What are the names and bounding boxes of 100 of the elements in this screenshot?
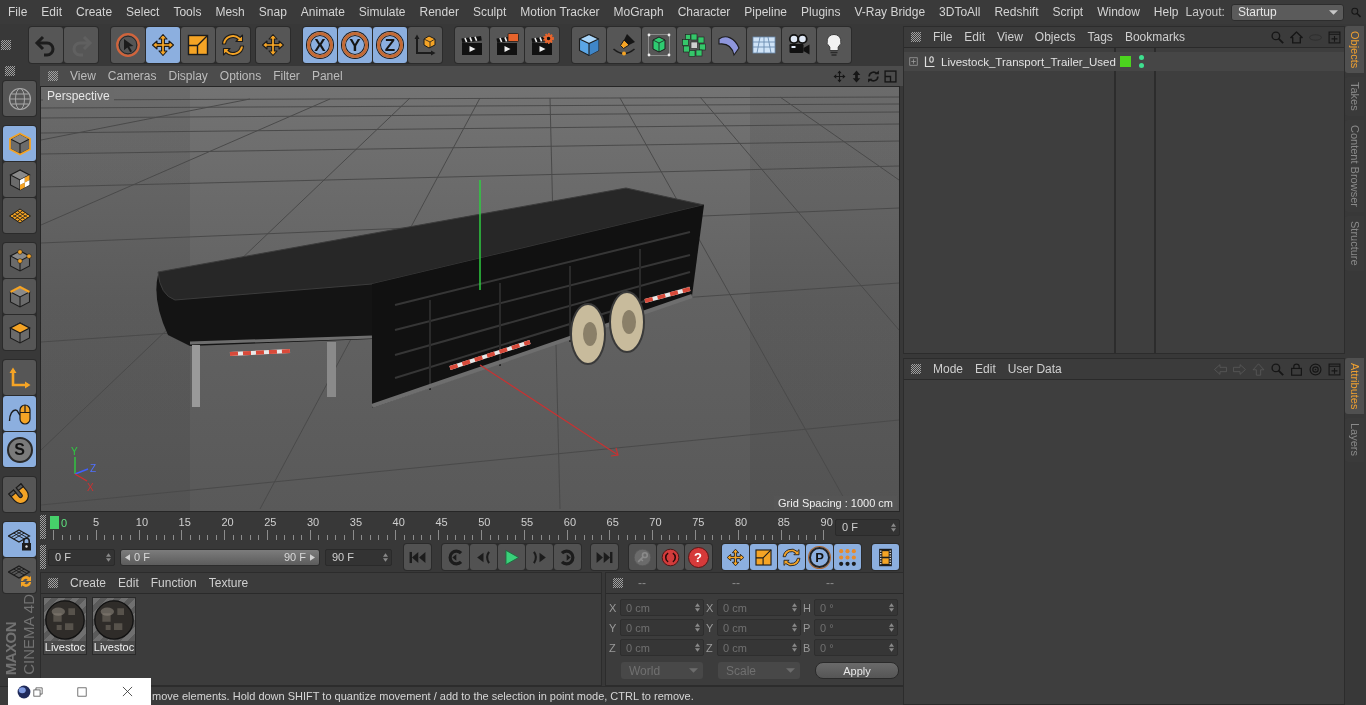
snap-button[interactable]: S xyxy=(3,432,36,467)
menu-item[interactable]: Mesh xyxy=(208,5,252,19)
menu-item[interactable]: MoGraph xyxy=(606,5,671,19)
grip-handle[interactable] xyxy=(5,66,15,76)
menu-item[interactable]: Tools xyxy=(166,5,209,19)
rotate-button[interactable] xyxy=(778,544,805,570)
rotate-button[interactable] xyxy=(216,27,250,63)
menu-item[interactable]: Sculpt xyxy=(465,5,514,19)
grid-lock-button[interactable] xyxy=(3,522,36,557)
menu-item[interactable]: Plugins xyxy=(794,5,848,19)
apply-button[interactable]: Apply xyxy=(815,662,899,679)
menu-item[interactable]: File xyxy=(927,30,959,44)
grip-handle[interactable] xyxy=(613,578,623,588)
menu-item[interactable]: Edit xyxy=(958,30,992,44)
material-tile[interactable]: Livestoc xyxy=(43,597,87,655)
expand-icon[interactable] xyxy=(909,57,918,66)
axis-lock-button[interactable]: Y xyxy=(338,27,372,63)
start-frame-field[interactable]: 0 F xyxy=(48,548,115,566)
close-icon[interactable] xyxy=(122,686,133,697)
undo-button[interactable] xyxy=(29,27,63,63)
magnet-button[interactable] xyxy=(3,477,36,512)
menu-item[interactable]: View xyxy=(991,30,1029,44)
menu-item[interactable]: Function xyxy=(144,576,203,590)
frame-range-slider[interactable]: 0 F 90 F xyxy=(120,548,320,566)
editor-visibility-icon[interactable] xyxy=(1139,55,1144,60)
floor-button[interactable] xyxy=(747,27,781,63)
menu-item[interactable]: Filter xyxy=(267,69,306,83)
menu-item[interactable]: Mode xyxy=(927,362,970,376)
playhead-marker[interactable] xyxy=(50,516,59,529)
render-settings-button[interactable] xyxy=(525,27,559,63)
scale-button[interactable] xyxy=(181,27,215,63)
grip-handle[interactable] xyxy=(48,578,58,588)
menu-item[interactable]: Create xyxy=(64,576,113,590)
menu-item[interactable]: Options xyxy=(213,69,268,83)
live-select-button[interactable] xyxy=(111,27,145,63)
menu-item[interactable]: Create xyxy=(69,5,120,19)
menu-item[interactable]: Objects xyxy=(1028,30,1082,44)
last-frame-button[interactable] xyxy=(591,544,618,570)
menu-item[interactable]: Simulate xyxy=(351,5,413,19)
cube-button[interactable] xyxy=(572,27,606,63)
point-mode-button[interactable]: P xyxy=(806,544,833,570)
menu-item[interactable]: User Data xyxy=(1001,362,1068,376)
menu-item[interactable]: Select xyxy=(119,5,167,19)
menu-item[interactable]: Bookmarks xyxy=(1118,30,1191,44)
menu-item[interactable]: Snap xyxy=(251,5,294,19)
side-tab[interactable]: Attributes xyxy=(1345,358,1364,415)
coordinate-system-button[interactable] xyxy=(408,27,442,63)
render-view-button[interactable] xyxy=(455,27,489,63)
menu-item[interactable]: Panel xyxy=(305,69,349,83)
render-picture-viewer-button[interactable] xyxy=(490,27,524,63)
first-frame-button[interactable] xyxy=(404,544,431,570)
grip-handle[interactable] xyxy=(1,40,11,50)
layer-color-icon[interactable] xyxy=(1120,56,1131,67)
menu-item[interactable]: Redshift xyxy=(987,5,1046,19)
menu-item[interactable]: Edit xyxy=(969,362,1002,376)
layout-dropdown[interactable]: Startup xyxy=(1230,3,1344,21)
menu-item[interactable]: V-Ray Bridge xyxy=(847,5,933,19)
play-button[interactable] xyxy=(497,544,525,570)
menu-item[interactable]: Texture xyxy=(202,576,255,590)
minimized-window-bar[interactable] xyxy=(8,678,151,705)
menu-item[interactable]: Character xyxy=(670,5,738,19)
current-frame-field[interactable]: 0 F xyxy=(835,518,900,536)
right-arrow-icon[interactable] xyxy=(310,553,315,561)
workplane-mode-button[interactable] xyxy=(3,198,36,233)
model-mode-button[interactable] xyxy=(3,126,36,161)
move-button[interactable] xyxy=(722,544,749,570)
maximize-icon[interactable] xyxy=(77,686,87,697)
menu-item[interactable]: 3DToAll xyxy=(932,5,988,19)
side-tab[interactable]: Objects xyxy=(1345,26,1364,74)
texture-mode-button[interactable] xyxy=(3,162,36,197)
menu-item[interactable]: Tags xyxy=(1081,30,1119,44)
menu-item[interactable]: Pipeline xyxy=(737,5,795,19)
polygons-mode-button[interactable] xyxy=(3,315,36,350)
move-button[interactable] xyxy=(146,27,180,63)
camera-button[interactable] xyxy=(782,27,816,63)
menu-item[interactable]: Help xyxy=(1146,5,1186,19)
next-key-button[interactable] xyxy=(553,544,581,570)
grip-handle[interactable] xyxy=(911,364,921,374)
object-row[interactable]: Livestock_Transport_Trailer_Used xyxy=(904,52,1344,71)
menu-item[interactable]: Animate xyxy=(293,5,352,19)
grip-handle[interactable] xyxy=(911,32,921,42)
autokey-button[interactable] xyxy=(656,544,684,570)
deformer-button[interactable] xyxy=(712,27,746,63)
help-button[interactable]: ? xyxy=(684,544,712,570)
restore-icon[interactable] xyxy=(33,686,43,697)
light-button[interactable] xyxy=(817,27,851,63)
menu-item[interactable]: View xyxy=(64,69,102,83)
render-visibility-icon[interactable] xyxy=(1139,63,1144,68)
menu-item[interactable]: File xyxy=(1,5,35,19)
edges-mode-button[interactable] xyxy=(3,279,36,314)
menu-item[interactable]: Edit xyxy=(34,5,70,19)
menu-item[interactable]: Cameras xyxy=(101,69,163,83)
menu-item[interactable]: Motion Tracker xyxy=(513,5,607,19)
menu-item[interactable]: Edit xyxy=(112,576,145,590)
menu-item[interactable]: Display xyxy=(162,69,214,83)
axis-lock-button[interactable]: Z xyxy=(373,27,407,63)
tweak-mode-button[interactable] xyxy=(3,396,36,431)
left-arrow-icon[interactable] xyxy=(125,553,130,561)
axis-mode-button[interactable] xyxy=(3,360,36,395)
cloner-button[interactable] xyxy=(677,27,711,63)
